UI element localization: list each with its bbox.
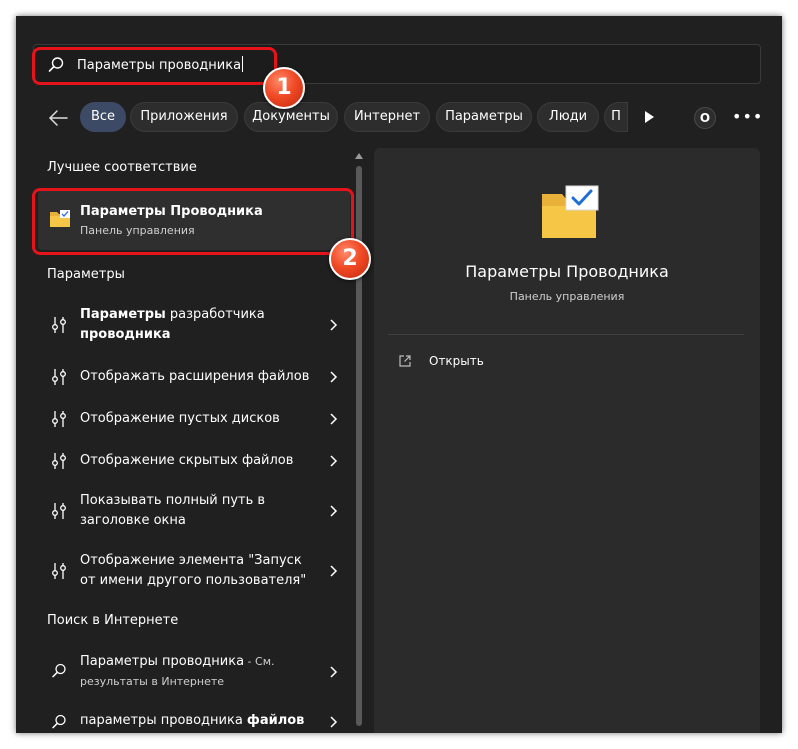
settings-sliders-icon xyxy=(52,503,66,519)
filter-chip-apps[interactable]: Приложения xyxy=(130,102,238,132)
step-badge-1: 1 xyxy=(263,67,305,109)
preview-divider xyxy=(388,334,744,335)
chevron-right-icon xyxy=(330,319,338,331)
best-match-heading: Лучшее соответствие xyxy=(47,160,197,175)
settings-sliders-icon xyxy=(52,317,66,333)
scroll-up-arrow-icon[interactable] xyxy=(355,153,363,159)
chevron-right-icon xyxy=(330,505,338,517)
settings-item-label: Параметры разработчика проводника xyxy=(80,307,265,342)
more-options-button[interactable]: ••• xyxy=(732,108,763,126)
search-icon xyxy=(52,714,66,729)
settings-item-label: Отображение скрытых файлов xyxy=(80,453,294,468)
settings-item-full-path[interactable]: Показывать полный путь в заголовке окна xyxy=(38,490,356,532)
settings-item-label: Отображение пустых дисков xyxy=(80,411,280,426)
highlight-search-box xyxy=(32,47,277,85)
web-result-label: Параметры проводника - См. результаты в И… xyxy=(80,654,275,688)
chevron-right-icon xyxy=(330,565,338,577)
profile-button[interactable]: O xyxy=(694,107,716,129)
search-window: Параметры проводника Все Приложения Доку… xyxy=(16,16,782,733)
search-icon xyxy=(52,663,66,678)
settings-item-label: Отображать расширения файлов xyxy=(80,369,310,384)
filter-chip-internet[interactable]: Интернет xyxy=(344,102,430,132)
web-result-explorer-files[interactable]: параметры проводника файлов xyxy=(38,711,356,733)
settings-heading: Параметры xyxy=(47,267,125,282)
web-search-heading: Поиск в Интернете xyxy=(47,613,179,628)
settings-sliders-icon xyxy=(52,563,66,579)
preview-title: Параметры Проводника xyxy=(465,262,669,281)
folder-options-icon xyxy=(542,185,599,238)
settings-item-dev-explorer[interactable]: Параметры разработчика проводника xyxy=(38,304,356,346)
step-badge-2: 2 xyxy=(329,238,371,280)
chevron-right-icon xyxy=(330,413,338,425)
settings-item-empty-drives[interactable]: Отображение пустых дисков xyxy=(38,408,356,430)
chevron-right-icon xyxy=(330,371,338,383)
back-arrow-icon[interactable] xyxy=(44,106,72,130)
settings-item-label: Показывать полный путь в заголовке окна xyxy=(80,493,266,528)
settings-sliders-icon xyxy=(52,369,66,385)
preview-subtitle: Панель управления xyxy=(509,290,625,303)
filter-chip-all[interactable]: Все xyxy=(80,102,126,132)
chevron-right-icon xyxy=(330,455,338,467)
chevron-right-icon xyxy=(330,716,338,728)
play-icon[interactable] xyxy=(640,108,658,126)
open-label: Открыть xyxy=(429,354,484,368)
filter-chip-people[interactable]: Люди xyxy=(537,102,599,132)
settings-sliders-icon xyxy=(52,453,66,469)
settings-item-run-as-other-user[interactable]: Отображение элемента "Запуск от имени дру… xyxy=(38,550,356,592)
highlight-best-match xyxy=(32,188,354,255)
filter-chip-settings[interactable]: Параметры xyxy=(436,102,532,132)
settings-item-hidden-files[interactable]: Отображение скрытых файлов xyxy=(38,450,356,472)
chevron-right-icon xyxy=(330,666,338,678)
web-result-label: параметры проводника файлов xyxy=(80,713,305,728)
settings-item-label: Отображение элемента "Запуск от имени дру… xyxy=(80,553,307,588)
filter-chip-truncated[interactable]: П xyxy=(604,102,628,132)
preview-panel: Параметры Проводника Панель управления О… xyxy=(374,148,760,733)
open-external-icon xyxy=(399,355,411,367)
settings-sliders-icon xyxy=(52,411,66,427)
web-result-explorer-options[interactable]: Параметры проводника - См. результаты в И… xyxy=(38,652,356,692)
settings-item-file-extensions[interactable]: Отображать расширения файлов xyxy=(38,366,356,388)
